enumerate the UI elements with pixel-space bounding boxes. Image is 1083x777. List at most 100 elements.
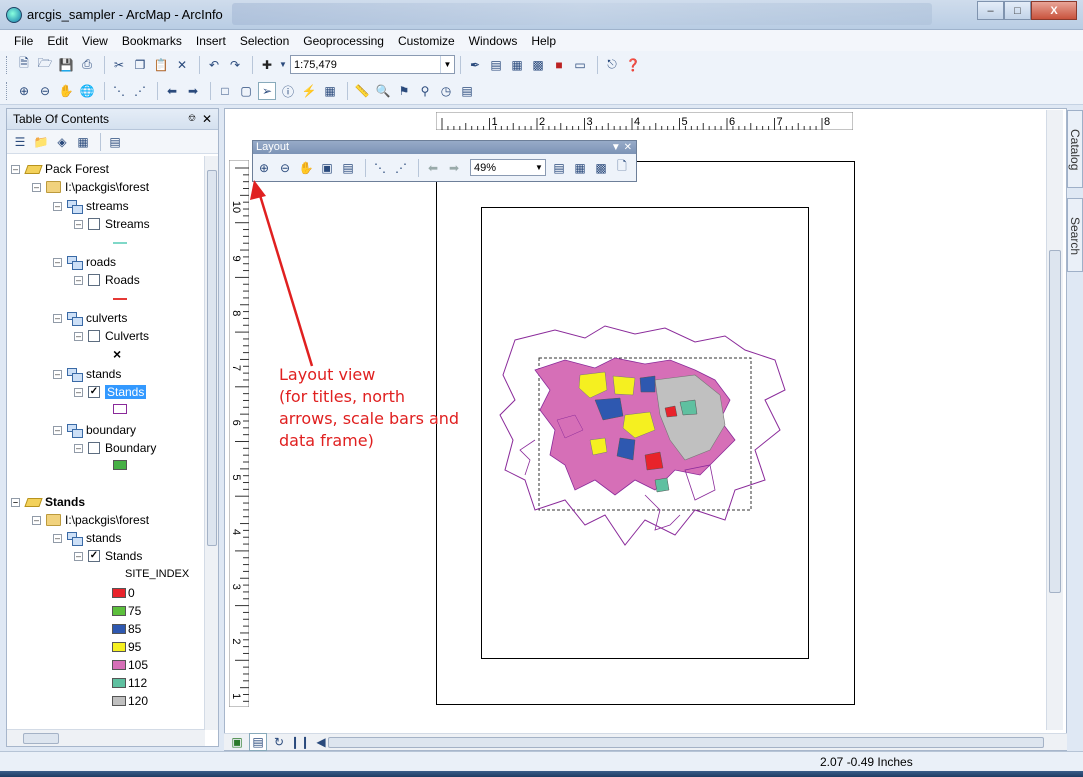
pin-icon[interactable]: ⎊	[188, 113, 196, 124]
modelbuilder-icon[interactable]: ⎋	[603, 56, 621, 74]
back-extent-icon[interactable]: ⬅	[163, 82, 181, 100]
layout-toolbar-header[interactable]: Layout ▼ ✕	[253, 141, 636, 154]
tree-item-boundary[interactable]: – boundary	[53, 421, 136, 439]
toc-horizontal-scrollbar[interactable]	[7, 729, 205, 746]
select-features-icon[interactable]: □	[216, 82, 234, 100]
menu-bookmarks[interactable]: Bookmarks	[122, 34, 182, 48]
layer-boundary[interactable]: – Boundary	[74, 439, 156, 457]
fixed-zoom-out-icon[interactable]: ⋰	[131, 82, 149, 100]
time-slider-icon[interactable]: ◷	[437, 82, 455, 100]
pan-icon[interactable]: ✋	[57, 82, 75, 100]
menu-view[interactable]: View	[82, 34, 108, 48]
fixed-zoom-out-layout-icon[interactable]: ⋰	[392, 159, 410, 177]
collapse-icon[interactable]: –	[53, 425, 62, 435]
scrollbar-thumb[interactable]	[1049, 250, 1061, 593]
open-icon[interactable]: 🗁	[36, 56, 54, 74]
chevron-down-icon[interactable]: ▼	[440, 56, 454, 73]
zoom-in-layout-icon[interactable]: ⊕	[255, 159, 273, 177]
tree-item-folder[interactable]: – I:\packgis\forest	[32, 511, 149, 529]
scrollbar-thumb[interactable]	[207, 170, 217, 546]
visibility-checkbox[interactable]: ✓	[88, 386, 100, 398]
list-by-source-icon[interactable]: 📁	[32, 133, 50, 151]
list-by-visibility-icon[interactable]: ◈	[53, 133, 71, 151]
zoom-in-icon[interactable]: ⊕	[15, 82, 33, 100]
layer-stands-classified[interactable]: – ✓ Stands	[74, 547, 142, 565]
visibility-checkbox[interactable]: ✓	[88, 550, 100, 562]
collapse-icon[interactable]: –	[74, 387, 83, 397]
toc-vertical-scrollbar[interactable]	[204, 156, 218, 730]
paste-icon[interactable]: 📋	[152, 56, 170, 74]
tree-item-pack-forest[interactable]: – Pack Forest	[11, 160, 109, 178]
visibility-checkbox[interactable]	[88, 330, 100, 342]
tree-item-stands[interactable]: – stands	[53, 365, 121, 383]
print-icon[interactable]: ⎙	[78, 56, 96, 74]
menu-help[interactable]: Help	[531, 34, 556, 48]
save-icon[interactable]: 💾	[57, 56, 75, 74]
forward-extent-icon[interactable]: ➡	[184, 82, 202, 100]
collapse-icon[interactable]: –	[53, 201, 62, 211]
zoom-out-icon[interactable]: ⊖	[36, 82, 54, 100]
menu-windows[interactable]: Windows	[469, 34, 518, 48]
full-extent-icon[interactable]: 🌐	[78, 82, 96, 100]
focus-data-frame-icon[interactable]: ▦	[571, 159, 589, 177]
catalog-window-icon[interactable]: ▦	[508, 56, 526, 74]
collapse-icon[interactable]: –	[53, 369, 62, 379]
list-by-selection-icon[interactable]: ▦	[74, 133, 92, 151]
menu-file[interactable]: File	[14, 34, 33, 48]
layout-view-icon[interactable]: ▤	[249, 733, 267, 751]
collapse-icon[interactable]: –	[11, 497, 20, 507]
zoom-control-combo[interactable]: 49% ▼	[470, 159, 546, 176]
list-by-drawing-order-icon[interactable]: ☰	[11, 133, 29, 151]
options-icon[interactable]: ▤	[106, 133, 124, 151]
create-viewer-icon[interactable]: ▤	[458, 82, 476, 100]
menu-geoprocessing[interactable]: Geoprocessing	[303, 34, 384, 48]
chevron-down-icon[interactable]: ▼	[533, 163, 545, 172]
menu-selection[interactable]: Selection	[240, 34, 289, 48]
new-icon[interactable]: 🗎	[15, 56, 33, 74]
search-tab[interactable]: Search	[1067, 198, 1083, 272]
clear-selection-icon[interactable]: ▢	[237, 82, 255, 100]
pan-layout-icon[interactable]: ✋	[297, 159, 315, 177]
collapse-icon[interactable]: –	[32, 182, 41, 192]
close-icon[interactable]: ✕	[624, 142, 632, 153]
data-frame-map[interactable]	[495, 320, 795, 550]
collapse-icon[interactable]: –	[11, 164, 20, 174]
toolbar-grip[interactable]	[6, 55, 9, 74]
map-scale-combo[interactable]: 1:75,479 ▼	[290, 55, 455, 74]
close-button[interactable]: X	[1031, 1, 1077, 20]
measure-icon[interactable]: 📏	[353, 82, 371, 100]
menu-insert[interactable]: Insert	[196, 34, 226, 48]
dropdown-icon[interactable]: ▼	[611, 142, 621, 153]
collapse-icon[interactable]: –	[53, 533, 62, 543]
layer-culverts[interactable]: – Culverts	[74, 327, 149, 345]
tree-item-folder[interactable]: – I:\packgis\forest	[32, 178, 149, 196]
collapse-icon[interactable]: –	[74, 275, 83, 285]
layout-vertical-scrollbar[interactable]	[1046, 110, 1063, 730]
collapse-icon[interactable]: –	[74, 219, 83, 229]
back-layout-icon[interactable]: ⬅	[424, 159, 442, 177]
find-route-icon[interactable]: ⚑	[395, 82, 413, 100]
menu-customize[interactable]: Customize	[398, 34, 455, 48]
arctoolbox-icon[interactable]: ■	[550, 56, 568, 74]
tree-item-culverts[interactable]: – culverts	[53, 309, 127, 327]
select-elements-icon[interactable]: ➢	[258, 82, 276, 100]
zoom-out-layout-icon[interactable]: ⊖	[276, 159, 294, 177]
tree-item-stands[interactable]: – stands	[53, 529, 121, 547]
redo-icon[interactable]: ↷	[226, 56, 244, 74]
tree-item-roads[interactable]: – roads	[53, 253, 116, 271]
python-window-icon[interactable]: ▭	[571, 56, 589, 74]
fixed-zoom-in-icon[interactable]: ⋱	[110, 82, 128, 100]
collapse-icon[interactable]: –	[53, 257, 62, 267]
change-layout-icon[interactable]: ▩	[592, 159, 610, 177]
collapse-icon[interactable]: –	[53, 313, 62, 323]
pause-drawing-icon[interactable]: ❙❙	[290, 733, 310, 751]
undo-icon[interactable]: ↶	[205, 56, 223, 74]
cut-icon[interactable]: ✂	[110, 56, 128, 74]
refresh-icon[interactable]: ↻	[270, 733, 288, 751]
data-view-icon[interactable]: ▣	[228, 733, 246, 751]
hyperlink-icon[interactable]: ⚡	[300, 82, 318, 100]
layer-roads[interactable]: – Roads	[74, 271, 140, 289]
horizontal-scrollbar-thumb[interactable]	[328, 737, 1044, 748]
collapse-icon[interactable]: –	[74, 331, 83, 341]
search-window-icon[interactable]: ▩	[529, 56, 547, 74]
